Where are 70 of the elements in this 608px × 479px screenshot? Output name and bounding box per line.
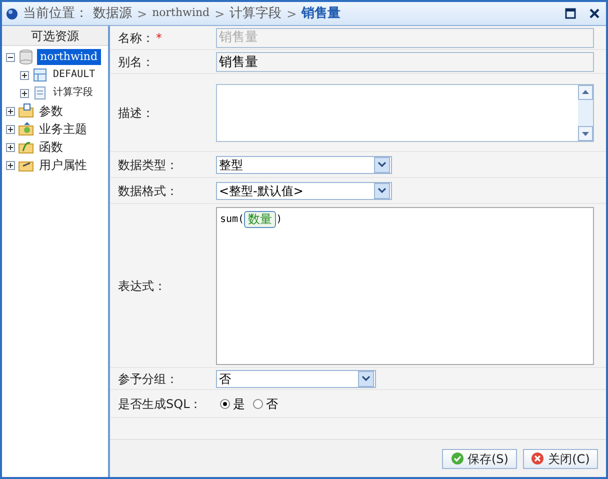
- breadcrumb-separator: >: [214, 6, 225, 22]
- field-token[interactable]: 数量: [244, 210, 276, 228]
- tree-item[interactable]: 参数: [37, 103, 65, 119]
- tree-item[interactable]: 函数: [37, 139, 65, 155]
- breadcrumb-current: 销售量: [302, 4, 341, 23]
- expand-icon[interactable]: [6, 124, 15, 134]
- radio-label[interactable]: 是: [233, 394, 245, 412]
- field-label: 参予分组：: [118, 370, 178, 388]
- tree-item[interactable]: 业务主题: [37, 121, 89, 137]
- expand-icon[interactable]: [6, 160, 15, 170]
- close-button[interactable]: 关闭(C): [523, 448, 598, 468]
- field-label: 数据格式：: [118, 182, 178, 200]
- expression-text: sum(: [220, 212, 244, 226]
- table-icon: [32, 67, 48, 83]
- caret-icon: [362, 376, 370, 381]
- dropdown-value: 整型: [218, 156, 244, 172]
- close-icon[interactable]: [589, 8, 600, 19]
- field-label: 表达式：: [118, 278, 166, 294]
- expand-icon[interactable]: [6, 142, 15, 152]
- dropdown-button[interactable]: [374, 156, 390, 172]
- globe-icon: [6, 8, 18, 20]
- collapse-icon[interactable]: [6, 52, 15, 62]
- expand-icon[interactable]: [6, 106, 15, 116]
- text-field[interactable]: 销售量: [216, 52, 594, 72]
- document-icon: [32, 85, 48, 101]
- save-button[interactable]: 保存(S): [442, 448, 517, 468]
- breadcrumb-link[interactable]: 数据源: [93, 4, 132, 24]
- field-label: 数据类型：: [118, 156, 178, 174]
- breadcrumb-separator: >: [137, 6, 148, 22]
- sidebar-title: 可选资源: [2, 26, 108, 46]
- field-label: 别名：: [118, 54, 154, 70]
- scroll-up-icon[interactable]: [578, 84, 593, 100]
- tree-item[interactable]: 计算字段: [51, 85, 95, 101]
- database-icon: [18, 49, 34, 65]
- tree-item[interactable]: northwind: [37, 49, 101, 65]
- dropdown-value: <整型-默认值>: [218, 182, 304, 198]
- check-icon: [450, 452, 464, 465]
- tree-item[interactable]: 用户属性: [37, 157, 89, 173]
- dropdown-button[interactable]: [374, 182, 390, 198]
- radio-button[interactable]: [220, 398, 230, 408]
- dropdown-value: 否: [218, 370, 232, 386]
- dropdown-field[interactable]: <整型-默认值>: [216, 182, 392, 200]
- close-icon: [531, 452, 544, 465]
- expand-icon[interactable]: [20, 70, 29, 80]
- expand-icon[interactable]: [20, 88, 29, 98]
- caret-icon: [378, 162, 386, 167]
- dropdown-button[interactable]: [358, 370, 374, 386]
- field-label: 名称：: [118, 30, 154, 46]
- scrollbar[interactable]: [578, 84, 593, 140]
- dropdown-field[interactable]: 整型: [216, 156, 392, 174]
- text-field[interactable]: 销售量: [216, 28, 594, 48]
- field-label: 是否生成SQL：: [118, 396, 202, 412]
- folder-icon: [18, 139, 34, 155]
- caret-icon: [378, 188, 386, 193]
- breadcrumb-label: 当前位置：: [23, 4, 88, 23]
- breadcrumb-link[interactable]: 计算字段: [230, 4, 282, 24]
- expression-text: ): [276, 212, 282, 226]
- expression-editor[interactable]: sum( 数量 ): [216, 206, 594, 364]
- tree-item[interactable]: DEFAULT: [51, 67, 98, 83]
- breadcrumb-link[interactable]: northwind: [152, 5, 210, 22]
- scroll-down-icon[interactable]: [578, 126, 593, 140]
- field-label: 描述：: [118, 104, 154, 122]
- breadcrumb-separator: >: [286, 6, 297, 22]
- dropdown-field[interactable]: 否: [216, 370, 376, 388]
- required-mark: *: [156, 30, 162, 46]
- folder-icon: [18, 121, 34, 137]
- radio-button[interactable]: [253, 398, 263, 408]
- folder-icon: [18, 103, 34, 119]
- maximize-icon[interactable]: [565, 8, 576, 19]
- radio-label[interactable]: 否: [266, 394, 278, 412]
